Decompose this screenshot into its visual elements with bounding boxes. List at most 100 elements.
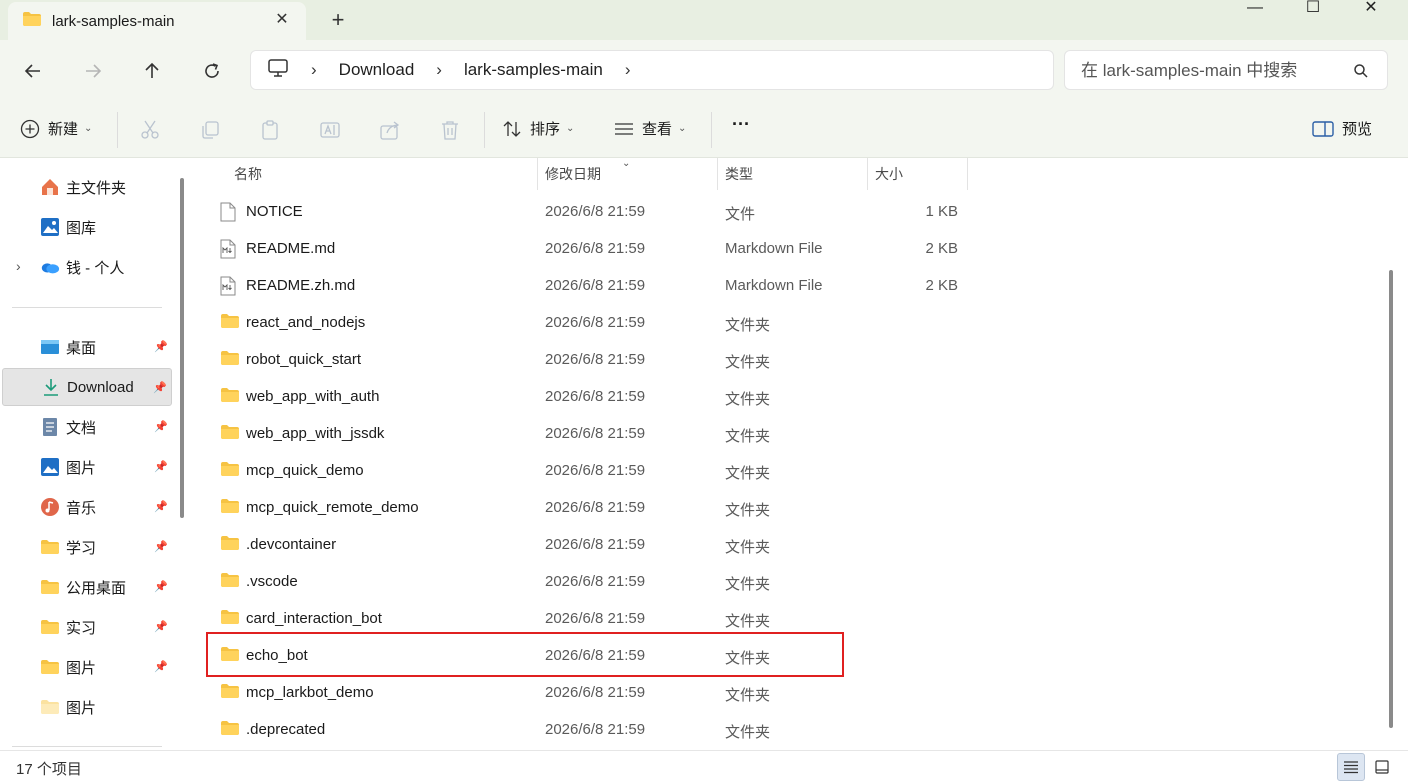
search-input[interactable] xyxy=(1081,59,1331,83)
file-row[interactable]: echo_bot 2026/6/8 21:59 文件夹 xyxy=(206,637,956,674)
back-button[interactable] xyxy=(18,56,48,86)
share-button[interactable] xyxy=(379,119,401,141)
file-name: react_and_nodejs xyxy=(246,314,366,331)
chevron-down-icon: ⌄ xyxy=(566,123,575,134)
file-name: README.zh.md xyxy=(246,277,356,294)
up-button[interactable] xyxy=(137,56,167,86)
sidebar-item-label: 图片 xyxy=(66,659,97,677)
details-view-button[interactable] xyxy=(1337,753,1365,781)
pin-icon[interactable]: 📌 xyxy=(154,620,168,633)
file-row[interactable]: robot_quick_start 2026/6/8 21:59 文件夹 xyxy=(206,341,956,378)
chevron-right-icon[interactable]: › xyxy=(16,258,21,274)
sidebar-item-home[interactable]: 主文件夹 xyxy=(2,168,172,206)
file-row[interactable]: .devcontainer 2026/6/8 21:59 文件夹 xyxy=(206,526,956,563)
delete-button[interactable] xyxy=(439,119,461,141)
file-row[interactable]: web_app_with_jssdk 2026/6/8 21:59 文件夹 xyxy=(206,415,956,452)
file-row[interactable]: web_app_with_auth 2026/6/8 21:59 文件夹 xyxy=(206,378,956,415)
cut-button[interactable] xyxy=(139,119,161,141)
file-row[interactable]: .deprecated 2026/6/8 21:59 文件夹 xyxy=(206,711,956,748)
sidebar-item-gallery[interactable]: 图库 xyxy=(2,208,172,246)
search-icon[interactable] xyxy=(1353,63,1369,83)
file-name: mcp_larkbot_demo xyxy=(246,684,374,701)
sidebar-item-pictures[interactable]: 图片 📌 xyxy=(2,448,172,486)
file-row[interactable]: NOTICE 2026/6/8 21:59 文件 1 KB xyxy=(206,193,958,230)
file-row[interactable]: card_interaction_bot 2026/6/8 21:59 文件夹 xyxy=(206,600,956,637)
folder-icon xyxy=(220,498,240,518)
maximize-button[interactable]: ☐ xyxy=(1284,0,1342,18)
file-date: 2026/6/8 21:59 xyxy=(545,240,646,257)
file-row[interactable]: mcp_larkbot_demo 2026/6/8 21:59 文件夹 xyxy=(206,674,956,711)
file-row[interactable]: README.zh.md 2026/6/8 21:59 Markdown File 2… xyxy=(206,267,958,304)
chevron-right-icon[interactable]: › xyxy=(311,60,317,80)
refresh-button[interactable] xyxy=(197,56,227,86)
column-divider[interactable] xyxy=(717,158,718,190)
sidebar-item-onedrive[interactable]: › 钱 - 个人 xyxy=(2,248,172,286)
file-row[interactable]: README.md 2026/6/8 21:59 Markdown File 2 KB xyxy=(206,230,958,267)
file-row[interactable]: mcp_quick_remote_demo 2026/6/8 21:59 文件夹 xyxy=(206,489,956,526)
sidebar-scrollbar[interactable] xyxy=(180,178,184,518)
sidebar-item-pictures-folder[interactable]: 图片 📌 xyxy=(2,648,172,686)
tiles-view-button[interactable] xyxy=(1368,753,1396,781)
file-list-scrollbar[interactable] xyxy=(1389,270,1393,728)
tab-lark-samples-main[interactable]: lark-samples-main ✕ xyxy=(8,2,306,40)
address-bar[interactable]: › Download › lark-samples-main › xyxy=(250,50,1054,90)
sort-button[interactable]: 排序 ⌄ xyxy=(502,118,574,139)
home-icon xyxy=(40,177,60,197)
file-name: .devcontainer xyxy=(246,536,337,553)
folder-icon xyxy=(220,535,240,555)
copy-button[interactable] xyxy=(199,119,221,141)
column-divider[interactable] xyxy=(967,158,968,190)
forward-button[interactable] xyxy=(78,56,108,86)
sidebar-item-desktop[interactable]: 桌面 📌 xyxy=(2,328,172,366)
pin-icon[interactable]: 📌 xyxy=(154,500,168,513)
sidebar-item-download[interactable]: Download 📌 xyxy=(2,368,172,406)
file-row[interactable]: react_and_nodejs 2026/6/8 21:59 文件夹 xyxy=(206,304,956,341)
file-type: 文件夹 xyxy=(725,465,771,482)
column-header-size[interactable]: 大小 xyxy=(875,158,903,190)
column-divider[interactable] xyxy=(867,158,868,190)
column-header-type[interactable]: 类型 xyxy=(725,158,753,190)
column-header-date[interactable]: 修改日期 xyxy=(545,158,601,190)
pin-icon[interactable]: 📌 xyxy=(154,420,168,433)
breadcrumb-download[interactable]: Download xyxy=(339,60,415,80)
scissors-icon xyxy=(141,120,159,139)
file-row[interactable]: mcp_quick_demo 2026/6/8 21:59 文件夹 xyxy=(206,452,956,489)
rename-button[interactable] xyxy=(319,119,341,141)
column-divider[interactable] xyxy=(537,158,538,190)
minimize-button[interactable]: — xyxy=(1226,0,1284,18)
more-options-button[interactable]: ··· xyxy=(732,114,750,135)
breadcrumb-lark-samples-main[interactable]: lark-samples-main xyxy=(464,60,603,80)
preview-button[interactable]: 预览 xyxy=(1312,118,1372,139)
view-button[interactable]: 查看 ⌄ xyxy=(614,118,686,139)
sidebar-item-internship[interactable]: 实习 📌 xyxy=(2,608,172,646)
sidebar-divider xyxy=(12,307,162,308)
file-type: 文件夹 xyxy=(725,576,771,593)
pin-icon[interactable]: 📌 xyxy=(154,580,168,593)
this-pc-icon[interactable] xyxy=(267,58,289,82)
sidebar-item-music[interactable]: 音乐 📌 xyxy=(2,488,172,526)
pin-icon[interactable]: 📌 xyxy=(154,660,168,673)
pin-icon[interactable]: 📌 xyxy=(154,340,168,353)
sidebar-item-study[interactable]: 学习 📌 xyxy=(2,528,172,566)
paste-button[interactable] xyxy=(259,119,281,141)
file-row[interactable]: .vscode 2026/6/8 21:59 文件夹 xyxy=(206,563,956,600)
sidebar-item-public-desktop[interactable]: 公用桌面 📌 xyxy=(2,568,172,606)
sidebar-item-documents[interactable]: 文档 📌 xyxy=(2,408,172,446)
sort-button-label: 排序 xyxy=(530,121,561,138)
chevron-right-icon[interactable]: › xyxy=(436,60,442,80)
sidebar-item-pictures-folder-2[interactable]: 图片 xyxy=(2,688,172,726)
close-window-button[interactable]: ✕ xyxy=(1342,0,1400,18)
close-tab-icon[interactable]: ✕ xyxy=(272,10,292,30)
new-tab-button[interactable]: + xyxy=(326,8,350,32)
pin-icon[interactable]: 📌 xyxy=(154,540,168,553)
file-name: web_app_with_auth xyxy=(246,388,380,405)
search-box[interactable] xyxy=(1064,50,1388,90)
chevron-right-icon[interactable]: › xyxy=(625,60,631,80)
column-header-name[interactable]: 名称 xyxy=(234,158,262,190)
folder-icon xyxy=(220,424,240,444)
pin-icon[interactable]: 📌 xyxy=(154,460,168,473)
pin-icon[interactable]: 📌 xyxy=(153,381,167,394)
new-button[interactable]: 新建 ⌄ xyxy=(20,118,92,139)
file-date: 2026/6/8 21:59 xyxy=(545,573,646,590)
sidebar-item-label: 图库 xyxy=(66,219,97,237)
